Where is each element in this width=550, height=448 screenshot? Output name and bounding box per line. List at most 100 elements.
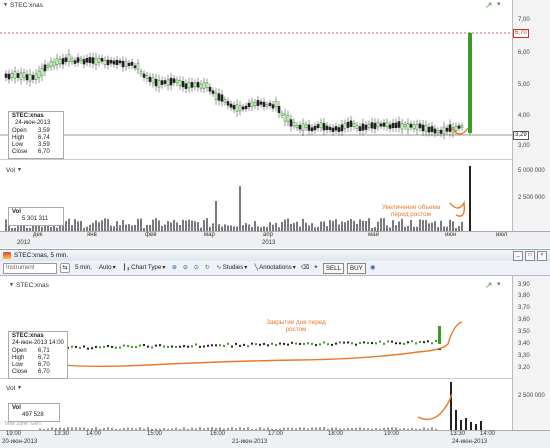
candle xyxy=(223,99,227,103)
volume-bar xyxy=(341,221,343,231)
candle xyxy=(55,58,59,66)
candle xyxy=(43,64,47,72)
volume-bar xyxy=(460,420,462,430)
instrument-input[interactable]: Instrument xyxy=(3,262,57,274)
volume-bar xyxy=(206,218,208,231)
auto-dropdown[interactable]: Auto ▾ xyxy=(97,263,118,273)
candle xyxy=(148,76,152,82)
volume-bar xyxy=(95,220,97,231)
zoom-reset-icon[interactable]: ⊙ xyxy=(192,264,200,272)
candle xyxy=(418,123,422,129)
candle xyxy=(343,123,347,129)
volume-bar xyxy=(245,223,247,231)
candle xyxy=(340,124,344,132)
candle xyxy=(219,344,221,347)
candle xyxy=(328,126,332,131)
zoom-in-icon[interactable]: ⊕ xyxy=(170,264,178,272)
candle xyxy=(167,345,169,348)
candle xyxy=(255,343,257,346)
volume-bar xyxy=(323,221,325,231)
info-key: High xyxy=(12,354,25,361)
candle xyxy=(211,90,215,94)
volume-bar xyxy=(401,218,403,231)
tick-5: 5,00 xyxy=(518,82,530,88)
month-label: июл xyxy=(496,232,508,238)
info-date: 24-июн-2013 14:00 xyxy=(12,340,64,347)
candle xyxy=(259,101,263,105)
globe-icon[interactable]: ◉ xyxy=(369,264,377,272)
volume-bar xyxy=(203,220,205,231)
window-controls: _ □ × xyxy=(513,250,550,261)
annotations-dropdown[interactable]: ╲ Annotations ▾ xyxy=(252,263,298,273)
candle xyxy=(383,342,385,345)
info-key: Open xyxy=(12,347,27,354)
chart-type-dropdown[interactable]: ┃╻ Chart Type ▾ xyxy=(121,263,168,273)
volume-bar xyxy=(152,219,154,231)
eraser-icon[interactable]: ⌫ xyxy=(301,264,309,272)
bottom-volume-chart[interactable] xyxy=(0,379,512,430)
volume-bar xyxy=(182,219,184,231)
close-icon[interactable]: × xyxy=(537,250,547,261)
candle xyxy=(203,345,205,348)
candle xyxy=(154,78,158,87)
candle xyxy=(160,80,164,85)
candle xyxy=(438,326,441,344)
interval-button[interactable]: 5 min, xyxy=(73,263,94,273)
minimize-icon[interactable]: _ xyxy=(513,250,523,261)
candle xyxy=(311,342,313,345)
candle xyxy=(325,125,329,131)
candle xyxy=(151,346,153,349)
volume-bar xyxy=(212,223,214,231)
time-label: 15:00 xyxy=(147,431,163,437)
more-icon[interactable]: ▾ xyxy=(497,0,501,8)
volume-bar xyxy=(77,221,79,231)
time-label: 14:00 xyxy=(480,431,496,437)
candle xyxy=(403,342,405,345)
settings-icon[interactable]: ✦ xyxy=(312,264,320,272)
info-value: 6,70 xyxy=(38,362,50,369)
chevron-down-icon: ▾ xyxy=(292,264,296,271)
info-key: Close xyxy=(12,369,28,376)
pin-icon[interactable]: ↗ xyxy=(485,280,493,291)
buy-button[interactable]: BUY xyxy=(347,262,366,274)
candle xyxy=(10,73,14,78)
candle xyxy=(460,125,464,128)
more-icon[interactable]: ▾ xyxy=(497,280,501,288)
refresh-icon[interactable]: ↻ xyxy=(203,264,211,272)
candle xyxy=(37,70,41,79)
volume-bar xyxy=(461,221,463,231)
candle xyxy=(295,125,299,128)
candle xyxy=(142,73,146,78)
candle xyxy=(157,80,161,88)
candle xyxy=(19,72,23,80)
candle xyxy=(145,75,149,79)
info-key: Low xyxy=(12,142,24,149)
candle xyxy=(187,345,189,348)
volume-bar xyxy=(383,218,385,231)
candle xyxy=(400,123,404,130)
annotations-label: Annotations xyxy=(259,264,292,271)
candle xyxy=(13,71,17,79)
zoom-out-icon[interactable]: ⊖ xyxy=(181,264,189,272)
candle xyxy=(424,124,428,132)
link-icon[interactable]: ⇆ xyxy=(60,263,70,273)
top-volume-chart[interactable] xyxy=(0,160,512,231)
bottom-chart-panel: ▼ STEC:xnas 3,90 3,80 3,70 3,60 3,50 3,4… xyxy=(0,276,550,448)
candle xyxy=(244,105,248,110)
maximize-icon[interactable]: □ xyxy=(525,250,535,261)
candle xyxy=(229,103,233,108)
candle xyxy=(335,342,337,345)
candle xyxy=(442,126,446,135)
candle xyxy=(274,101,278,108)
candle xyxy=(169,77,173,86)
candle xyxy=(287,343,289,346)
pin-icon[interactable]: ↗ xyxy=(485,0,493,11)
top-price-chart[interactable] xyxy=(0,0,512,160)
candle xyxy=(40,68,44,76)
bar-chart-icon: ┃╻ xyxy=(122,264,131,271)
studies-dropdown[interactable]: ∿ Studies ▾ xyxy=(214,263,249,273)
volume-bar xyxy=(470,422,472,430)
sell-button[interactable]: SELL xyxy=(322,262,345,274)
candle xyxy=(88,57,92,63)
candle xyxy=(433,128,437,134)
